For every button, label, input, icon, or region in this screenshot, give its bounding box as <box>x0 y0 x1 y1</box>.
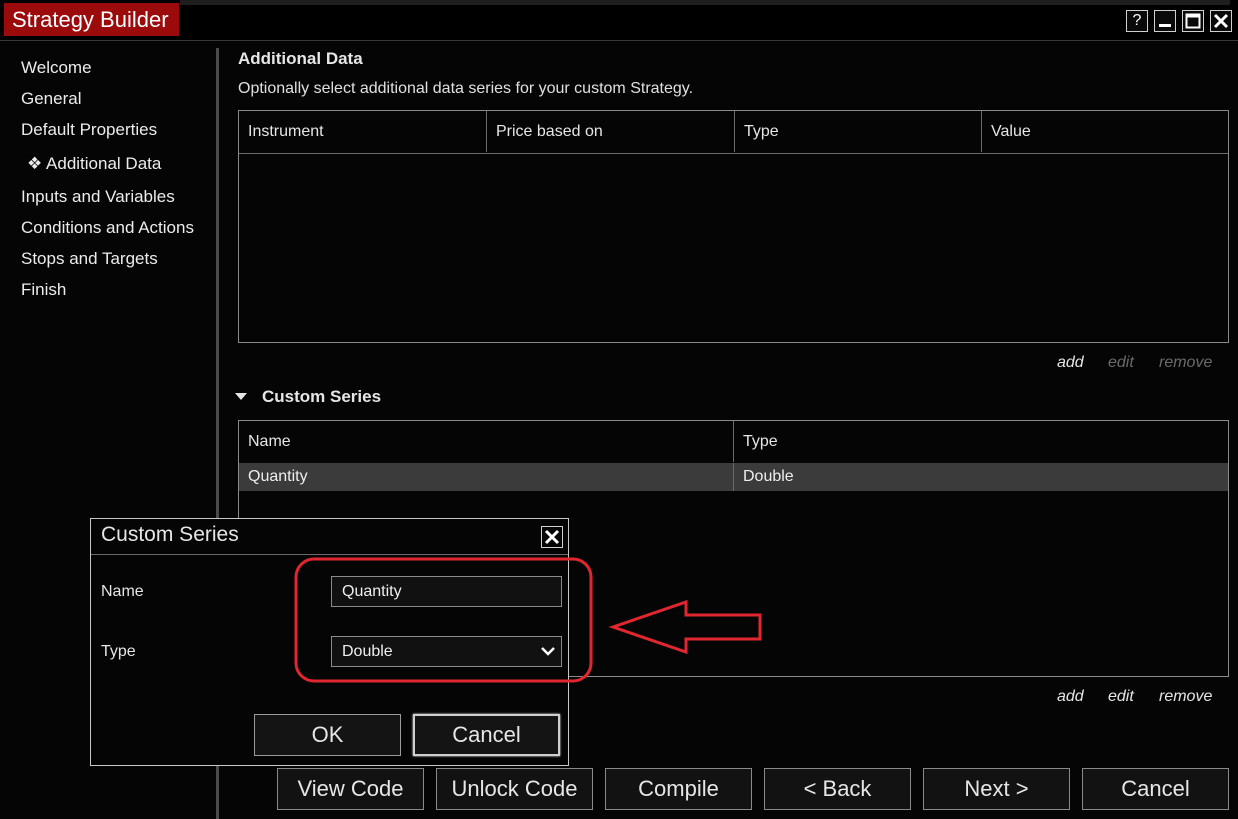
arrow-icon <box>608 599 762 655</box>
annotation-overlay <box>294 557 762 683</box>
highlight-box <box>294 557 593 683</box>
